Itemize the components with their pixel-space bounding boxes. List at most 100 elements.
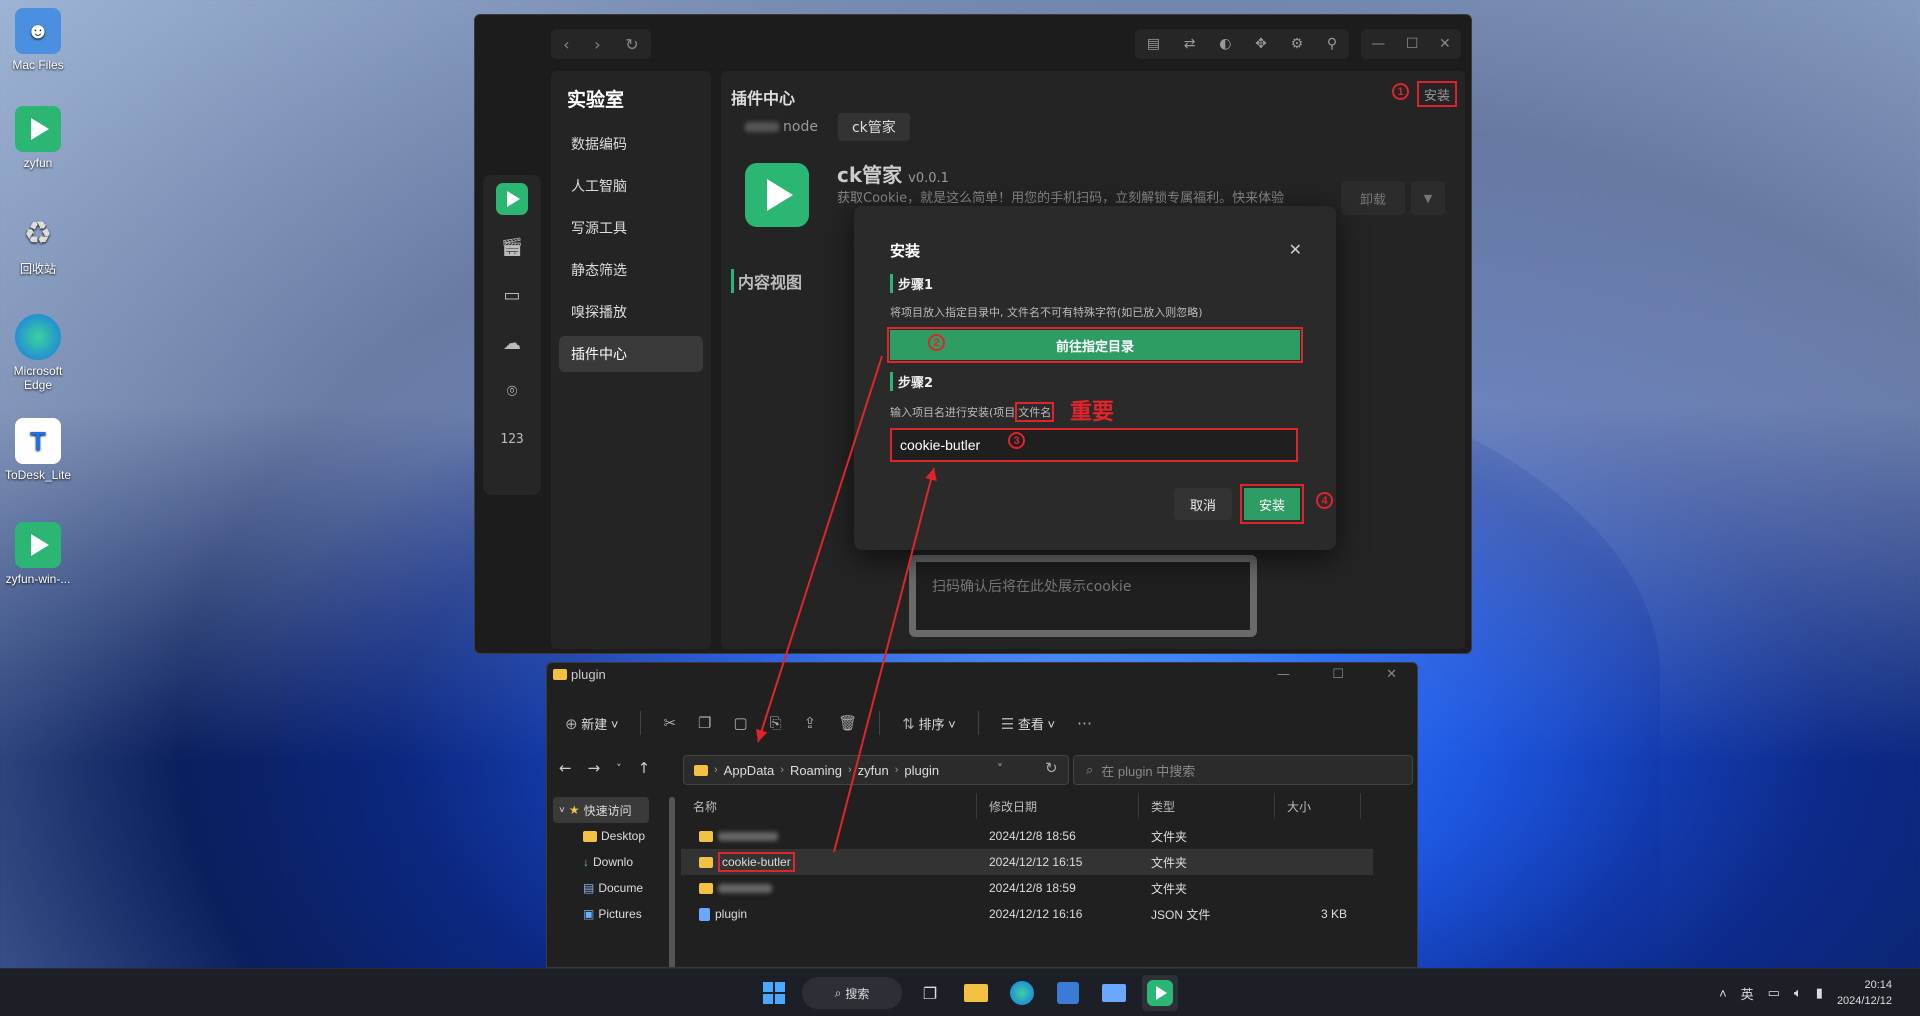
project-name-input[interactable]: cookie-butler xyxy=(890,428,1298,462)
tab-node[interactable]: node xyxy=(731,113,832,141)
goto-directory-button[interactable]: 前往指定目录 xyxy=(887,327,1303,363)
tree-item-label: Pictures xyxy=(598,907,642,921)
taskbar-search[interactable]: ⌕ 搜索 xyxy=(802,977,902,1009)
remote-desktop-icon[interactable] xyxy=(1096,975,1132,1011)
tab-ck-manager[interactable]: ck管家 xyxy=(837,113,910,141)
menu-item-source-tool[interactable]: 写源工具 xyxy=(559,210,703,246)
edge-icon[interactable] xyxy=(1004,975,1040,1011)
taskbar-apps: ⌕ 搜索 ❐ xyxy=(756,975,1178,1011)
breadcrumb-plugin[interactable]: plugin xyxy=(904,763,939,778)
chevron-down-icon[interactable]: ˅ xyxy=(616,759,622,777)
settings-icon[interactable]: ⚙ xyxy=(1291,36,1304,52)
breadcrumb-zyfun[interactable]: zyfun xyxy=(858,763,889,778)
plugin-icon[interactable]: ✥ xyxy=(1255,36,1267,52)
menu-item-plugin-center[interactable]: 插件中心 xyxy=(559,336,703,372)
pin-icon[interactable]: ⚲ xyxy=(1327,36,1337,52)
copy-icon[interactable]: ❐ xyxy=(698,714,711,732)
file-row[interactable]: 2024/12/8 18:56 文件夹 xyxy=(681,823,1373,849)
column-type[interactable]: 类型 xyxy=(1139,793,1275,819)
new-button[interactable]: ⊕ 新建 ˅ xyxy=(565,714,618,733)
desktop-icon-zyfun-win[interactable]: zyfun-win-... xyxy=(0,522,76,586)
unload-button[interactable]: 卸载 xyxy=(1341,181,1405,215)
cloud-icon[interactable]: ☁ xyxy=(483,319,541,367)
back-icon[interactable]: ← xyxy=(559,759,572,777)
file-type: 文件夹 xyxy=(1151,881,1188,896)
file-row[interactable]: 2024/12/8 18:59 文件夹 xyxy=(681,875,1373,901)
number-icon[interactable]: 123 xyxy=(483,415,541,463)
column-size[interactable]: 大小 xyxy=(1275,793,1361,819)
maximize-icon[interactable]: ☐ xyxy=(1406,36,1419,52)
desktop-icon-edge[interactable]: Microsoft Edge xyxy=(0,314,76,392)
battery-icon[interactable]: ▮ xyxy=(1816,985,1823,1001)
close-icon[interactable]: ✕ xyxy=(1289,240,1302,259)
cut-icon[interactable]: ✂ xyxy=(663,714,676,732)
nav-buttons: ‹ › ↻ xyxy=(551,29,651,59)
close-icon[interactable]: ✕ xyxy=(1439,36,1451,52)
translate-icon[interactable]: ⇄ xyxy=(1184,36,1196,52)
volume-icon[interactable]: 🔈︎ xyxy=(1794,985,1802,1001)
zyfun-installer-icon xyxy=(15,522,61,568)
file-date: 2024/12/12 16:15 xyxy=(989,855,1083,869)
store-icon[interactable] xyxy=(1050,975,1086,1011)
share-icon[interactable]: ⇪ xyxy=(804,714,817,732)
cancel-button[interactable]: 取消 xyxy=(1174,488,1232,520)
forward-icon[interactable]: › xyxy=(594,35,600,54)
refresh-icon[interactable]: ↻ xyxy=(1045,759,1058,777)
search-input[interactable]: ⌕ 在 plugin 中搜索 xyxy=(1073,755,1413,785)
refresh-icon[interactable]: ↻ xyxy=(625,35,638,54)
more-icon[interactable]: ⋯ xyxy=(1077,714,1092,732)
menu-item-static-filter[interactable]: 静态筛选 xyxy=(559,252,703,288)
zyfun-taskbar-icon[interactable] xyxy=(1142,975,1178,1011)
chevron-up-icon[interactable]: ˄ xyxy=(1719,986,1727,1001)
file-row-plugin-json[interactable]: plugin 2024/12/12 16:16 JSON 文件 3 KB xyxy=(681,901,1373,927)
up-icon[interactable]: ↑ xyxy=(638,759,651,777)
clock[interactable]: 20:14 2024/12/12 xyxy=(1837,977,1892,1009)
breadcrumb-appdata[interactable]: AppData xyxy=(724,763,775,778)
tree-item-downloads[interactable]: ↓ Downlo xyxy=(583,855,653,869)
tree-item-desktop[interactable]: Desktop xyxy=(583,829,653,843)
back-icon[interactable]: ‹ xyxy=(563,35,569,54)
tree-quick-access[interactable]: ˅ ★ 快速访问 xyxy=(553,797,649,823)
view-button[interactable]: ☰ 查看 ˅ xyxy=(1001,714,1055,733)
chevron-down-icon[interactable]: ▼ xyxy=(1411,181,1445,215)
scan-icon[interactable]: ⌾ xyxy=(483,367,541,415)
theme-icon[interactable]: ◐ xyxy=(1219,36,1231,52)
install-button[interactable]: 安装 xyxy=(1417,81,1457,107)
desktop-icon-todesk[interactable]: T ToDesk_Lite xyxy=(0,418,76,482)
tv-icon[interactable]: ▭ xyxy=(483,271,541,319)
forward-icon[interactable]: → xyxy=(588,759,601,777)
chevron-down-icon[interactable]: ˅ xyxy=(997,762,1003,776)
minimize-icon[interactable]: — xyxy=(1371,36,1385,52)
tree-item-pictures[interactable]: ▣ Pictures xyxy=(583,907,653,921)
close-icon[interactable]: ✕ xyxy=(1386,667,1397,682)
column-date[interactable]: 修改日期 xyxy=(977,793,1139,819)
sort-button[interactable]: ⇅ 排序 ˅ xyxy=(902,714,955,733)
maximize-icon[interactable]: ☐ xyxy=(1332,667,1344,682)
rename-icon[interactable]: ⎘ xyxy=(770,715,782,732)
ime-indicator[interactable]: 英 xyxy=(1741,984,1754,1003)
tree-item-documents[interactable]: ▤ Docume xyxy=(583,881,653,895)
confirm-install-button[interactable]: 安装 xyxy=(1240,484,1304,524)
file-row-cookie-butler[interactable]: cookie-butler 2024/12/12 16:15 文件夹 xyxy=(681,849,1373,875)
windows-start-icon[interactable] xyxy=(756,975,792,1011)
breadcrumb-roaming[interactable]: Roaming xyxy=(790,763,842,778)
menu-item-ai[interactable]: 人工智脑 xyxy=(559,168,703,204)
paste-icon[interactable]: ▢ xyxy=(733,714,747,732)
menu-item-data-encode[interactable]: 数据编码 xyxy=(559,126,703,162)
desktop-icon-recycle-bin[interactable]: ♻ 回收站 xyxy=(0,210,76,277)
toolbox-icon[interactable]: ▤ xyxy=(1147,36,1160,52)
network-icon[interactable]: ▭ xyxy=(1768,985,1780,1001)
address-bar[interactable]: › AppData › Roaming › zyfun › plugin xyxy=(683,755,1069,785)
task-view-icon[interactable]: ❐ xyxy=(912,975,948,1011)
minimize-icon[interactable]: — xyxy=(1277,667,1290,682)
column-name[interactable]: 名称 xyxy=(681,793,977,819)
tree-item-label: Docume xyxy=(598,881,644,895)
menu-item-sniff-play[interactable]: 嗅探播放 xyxy=(559,294,703,330)
desktop-icon-zyfun[interactable]: zyfun xyxy=(0,106,76,170)
delete-icon[interactable]: 🗑︎ xyxy=(838,714,857,732)
file-explorer-icon[interactable] xyxy=(958,975,994,1011)
film-icon[interactable]: 🎬︎ xyxy=(483,223,541,271)
scrollbar[interactable] xyxy=(669,797,675,967)
desktop-icon-mac-files[interactable]: ☻ Mac Files xyxy=(0,8,76,72)
cookie-output[interactable]: 扫码确认后将在此处展示cookie xyxy=(909,555,1257,637)
